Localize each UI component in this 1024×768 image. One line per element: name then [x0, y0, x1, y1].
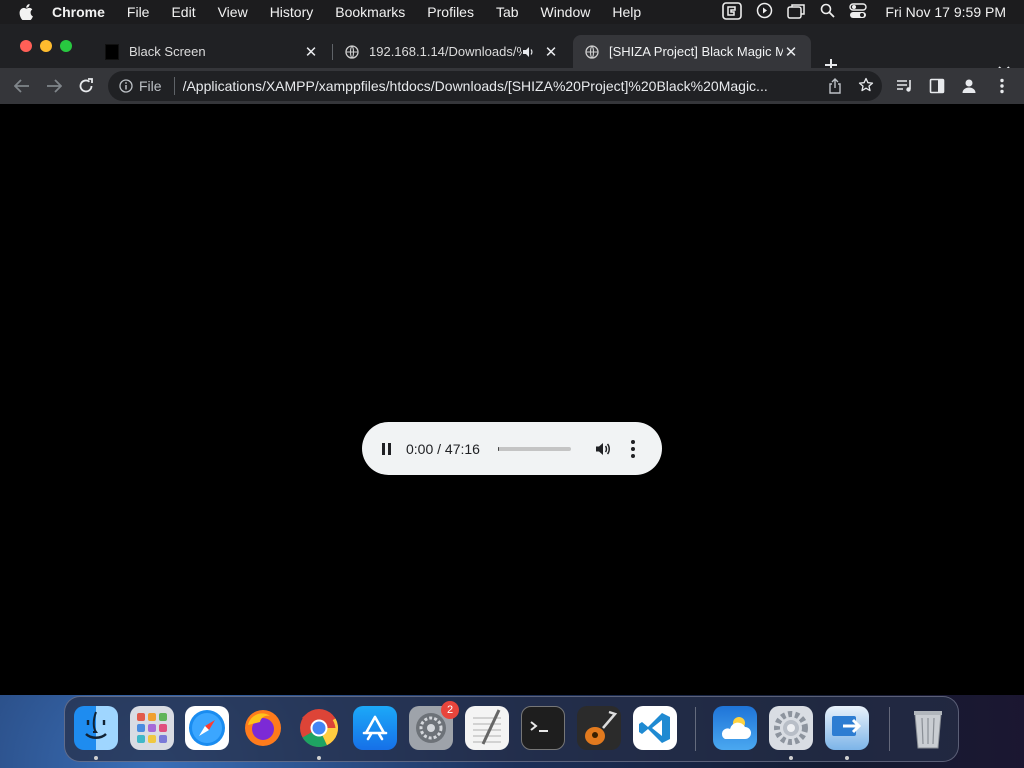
- garageband-icon[interactable]: [577, 706, 621, 750]
- menu-tab[interactable]: Tab: [496, 4, 519, 20]
- menu-view[interactable]: View: [218, 4, 248, 20]
- dock-separator: [695, 707, 696, 751]
- menu-bookmarks[interactable]: Bookmarks: [335, 4, 405, 20]
- menu-history[interactable]: History: [270, 4, 314, 20]
- address-bar[interactable]: File /Applications/XAMPP/xamppfiles/htdo…: [108, 71, 882, 101]
- spotlight-search-icon[interactable]: [820, 3, 836, 21]
- running-indicator: [845, 756, 849, 760]
- tab-title: Black Screen: [129, 44, 206, 59]
- url-text[interactable]: /Applications/XAMPP/xamppfiles/htdocs/Do…: [183, 78, 805, 94]
- media-control-button[interactable]: [896, 77, 914, 95]
- running-indicator: [789, 756, 793, 760]
- speaker-icon: [595, 442, 610, 455]
- chrome-menu-button[interactable]: [993, 77, 1011, 95]
- finder-icon[interactable]: [74, 706, 118, 750]
- arrow-left-icon: [14, 79, 29, 93]
- menu-edit[interactable]: Edit: [171, 4, 195, 20]
- tab-title: 192.168.1.14/Downloads/%: [369, 44, 522, 59]
- media-queue-icon: [897, 80, 911, 92]
- menu-bar: Chrome File Edit View History Bookmarks …: [0, 0, 1024, 24]
- terminal-icon[interactable]: [521, 706, 565, 750]
- migration-assistant-icon[interactable]: [825, 706, 869, 750]
- trash-icon[interactable]: [906, 706, 950, 750]
- menu-window[interactable]: Window: [541, 4, 591, 20]
- close-tab-icon[interactable]: ✕: [543, 43, 559, 61]
- gear-icon[interactable]: [769, 706, 813, 750]
- dock-separator: [889, 707, 890, 751]
- apple-icon: [19, 4, 33, 20]
- running-indicator: [94, 756, 98, 760]
- bookmark-star-icon[interactable]: [858, 77, 874, 96]
- tab-title: [SHIZA Project] Black Magic M: [609, 44, 783, 59]
- zoom-window-button[interactable]: [60, 40, 72, 52]
- tab-audio-speaker-icon[interactable]: [522, 46, 535, 58]
- app-menu-chrome[interactable]: Chrome: [52, 4, 105, 20]
- app-store-icon[interactable]: [353, 706, 397, 750]
- seek-slider[interactable]: [497, 446, 571, 451]
- firefox-icon[interactable]: [241, 706, 285, 750]
- seek-progress: [497, 446, 500, 451]
- more-options-button[interactable]: [630, 439, 635, 458]
- url-scheme-label: File: [139, 78, 162, 94]
- safari-icon[interactable]: [185, 706, 229, 750]
- menu-file[interactable]: File: [127, 4, 150, 20]
- tab-black-screen[interactable]: Black Screen ✕: [93, 35, 331, 68]
- page-content: 0:00 / 47:16: [0, 104, 1024, 729]
- kebab-menu-icon: [630, 439, 635, 444]
- menubar-clock[interactable]: Fri Nov 17 9:59 PM: [885, 4, 1006, 20]
- playback-time: 0:00 / 47:16: [406, 440, 480, 457]
- menu-help[interactable]: Help: [612, 4, 641, 20]
- reload-button[interactable]: [77, 77, 95, 95]
- pause-button[interactable]: [382, 442, 391, 455]
- dock: 2: [64, 696, 959, 762]
- globe-icon: [585, 44, 599, 59]
- tab-downloads[interactable]: 192.168.1.14/Downloads/% ✕: [333, 35, 571, 68]
- tab-shiza-project[interactable]: [SHIZA Project] Black Magic M ✕: [573, 35, 811, 68]
- visual-studio-code-icon[interactable]: [633, 706, 677, 750]
- browser-toolbar: File /Applications/XAMPP/xamppfiles/htdo…: [0, 68, 1024, 105]
- window-controls: [20, 40, 72, 52]
- reload-icon: [79, 78, 93, 93]
- side-panel-icon: [929, 78, 945, 94]
- arrow-right-icon: [47, 79, 62, 93]
- omnibox-divider: [173, 77, 175, 95]
- control-center-icon[interactable]: [849, 2, 868, 22]
- profile-button[interactable]: [960, 77, 978, 95]
- back-button[interactable]: [13, 77, 31, 95]
- volume-button[interactable]: [595, 441, 611, 457]
- info-icon[interactable]: [119, 79, 133, 93]
- close-tab-icon[interactable]: ✕: [783, 43, 799, 61]
- status-app-icon[interactable]: [722, 1, 743, 23]
- close-window-button[interactable]: [20, 40, 32, 52]
- close-tab-icon[interactable]: ✕: [303, 43, 319, 61]
- minimize-window-button[interactable]: [40, 40, 52, 52]
- screens-icon[interactable]: [787, 3, 806, 22]
- weather-icon[interactable]: [713, 706, 757, 750]
- chrome-icon[interactable]: [297, 706, 341, 750]
- play-circle-icon[interactable]: [756, 2, 773, 22]
- globe-icon: [345, 44, 359, 59]
- launchpad-icon[interactable]: [130, 706, 174, 750]
- person-icon: [962, 79, 976, 93]
- kebab-menu-icon: [1000, 78, 1004, 94]
- textedit-icon[interactable]: [465, 706, 509, 750]
- running-indicator: [317, 756, 321, 760]
- side-panel-button[interactable]: [928, 77, 946, 95]
- pause-icon: [382, 442, 385, 455]
- audio-player[interactable]: 0:00 / 47:16: [362, 422, 662, 475]
- share-icon[interactable]: [828, 78, 842, 97]
- black-square-icon: [105, 43, 119, 60]
- apple-menu[interactable]: [0, 4, 52, 20]
- notification-badge: 2: [441, 701, 459, 719]
- menu-profiles[interactable]: Profiles: [427, 4, 474, 20]
- forward-button[interactable]: [45, 77, 63, 95]
- tab-strip: Black Screen ✕ 192.168.1.14/Downloads/% …: [0, 24, 1024, 74]
